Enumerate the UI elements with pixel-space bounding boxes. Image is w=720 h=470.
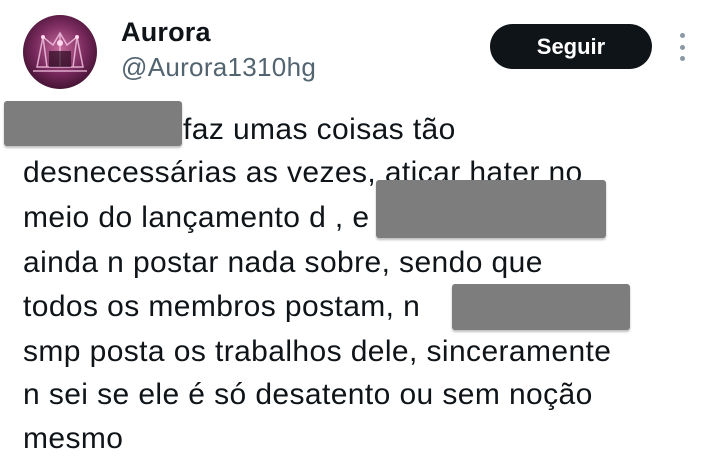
tweet-line: n sei se ele é só desatento ou sem noção — [23, 378, 593, 411]
redaction-box — [4, 101, 182, 146]
follow-button[interactable]: Seguir — [490, 24, 652, 69]
redaction-box — [376, 180, 606, 238]
more-dot — [679, 44, 685, 50]
more-dot — [679, 33, 685, 38]
display-name[interactable]: Aurora — [121, 17, 211, 48]
avatar[interactable] — [23, 15, 97, 89]
tweet-line: faz umas coisas tão — [183, 113, 456, 146]
avatar-image — [33, 31, 87, 72]
tweet-line: meio do lançamento d , e — [23, 201, 370, 234]
tweet-line: todos os membros postam, n — [23, 290, 421, 323]
tweet-line: mesmo — [23, 422, 124, 455]
user-handle[interactable]: @Aurora1310hg — [121, 52, 316, 83]
more-dot — [679, 56, 685, 61]
more-vertical-icon[interactable] — [672, 33, 692, 61]
tweet-line: ainda n postar nada sobre, sendo que — [23, 246, 543, 279]
tweet-line: smp posta os trabalhos dele, sincerament… — [23, 335, 612, 368]
redaction-box — [452, 284, 630, 330]
